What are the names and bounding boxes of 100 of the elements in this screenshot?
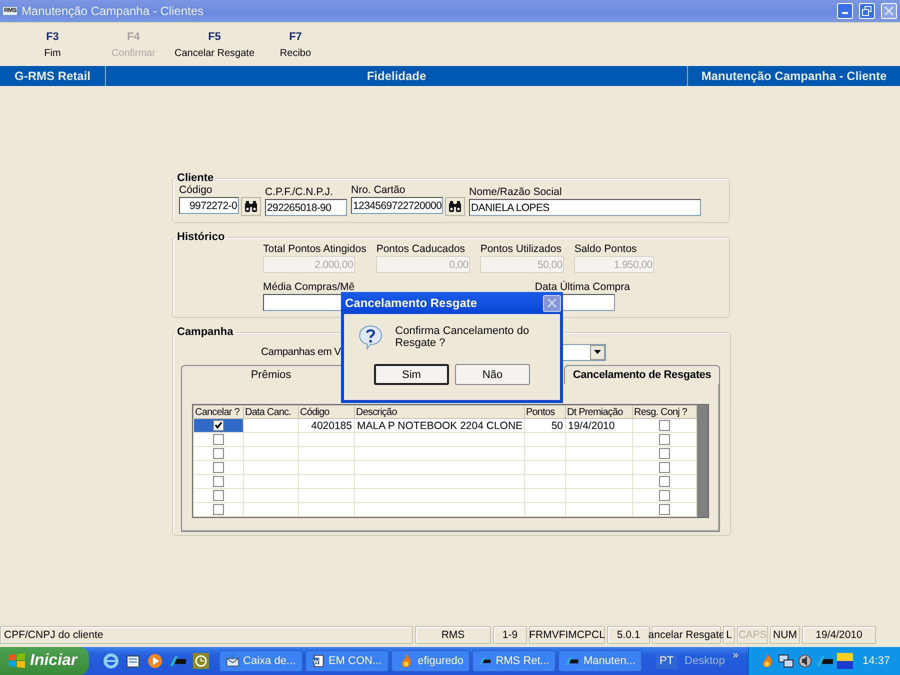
checkbox[interactable]	[213, 476, 224, 488]
taskbar-button[interactable]: EM CON...	[304, 650, 389, 672]
tab[interactable]: Cancelamento de Resgates	[564, 365, 720, 384]
field-label: Saldo Pontos	[574, 243, 638, 255]
dialog-button[interactable]: Não	[455, 364, 530, 385]
group-title: Cliente	[176, 172, 215, 184]
taskbar-button[interactable]: Caixa de...	[218, 650, 303, 672]
field-label: Pontos Utilizados	[480, 243, 562, 255]
field-label: C.P.F./C.N.P.J.	[265, 186, 334, 198]
scrollbar[interactable]	[697, 405, 708, 517]
status-panel: CAPS	[737, 626, 768, 644]
product-name: G-RMS Retail	[0, 66, 106, 86]
clock: 14:37	[862, 655, 890, 667]
status-panel: FRMVFIMCPCL	[529, 626, 605, 644]
checkbox[interactable]	[659, 420, 670, 432]
text-field[interactable]: DANIELA LOPES	[469, 199, 701, 216]
field-label: Pontos Caducados	[376, 243, 466, 255]
status-panel: 19/4/2010	[802, 626, 876, 644]
checkbox[interactable]	[659, 490, 670, 502]
status-panel: L	[723, 626, 735, 644]
dialog-button[interactable]: Sim	[374, 364, 449, 385]
close-icon	[884, 6, 894, 16]
table-cell: 4020185	[311, 420, 352, 432]
checkbox[interactable]	[659, 462, 670, 474]
checkbox[interactable]	[659, 476, 670, 488]
close-icon	[547, 298, 557, 308]
network-icon[interactable]	[778, 653, 794, 669]
text-field: 2.000,00	[263, 256, 355, 273]
document-icon	[312, 653, 324, 669]
speaker-icon[interactable]	[797, 653, 814, 669]
status-panel: NUM	[770, 626, 800, 644]
column-header[interactable]: Resg. Conj ?	[632, 406, 696, 418]
restore-button[interactable]	[859, 3, 875, 19]
table-cell: 50	[551, 420, 563, 432]
module-title: Fidelidade	[366, 68, 428, 85]
taskbar-button[interactable]: Manuten...	[558, 650, 642, 672]
dialog-message: Confirma Cancelamento do Resgate ?	[395, 325, 530, 349]
status-panel: 5.0.1	[607, 626, 650, 644]
mail-icon[interactable]	[124, 653, 141, 669]
binoculars-icon	[244, 201, 258, 212]
text-field: 0,00	[376, 256, 470, 273]
text-field[interactable]: 9972272-0	[179, 197, 239, 214]
checkbox[interactable]	[659, 504, 670, 516]
toolbar-button[interactable]: F7 Recibo	[255, 31, 336, 59]
field-label: Nome/Razão Social	[469, 186, 563, 198]
search-button[interactable]	[445, 197, 465, 216]
field-label: Nro. Cartão	[351, 184, 406, 196]
group-title: Campanha	[176, 326, 234, 338]
text-field[interactable]: 292265018-90	[265, 199, 347, 216]
minimize-button[interactable]	[837, 3, 853, 19]
dialog-title: Cancelamento Resgate	[345, 296, 478, 310]
checkbox[interactable]	[659, 448, 670, 460]
caret-icon	[594, 350, 601, 354]
windows-logo-icon	[8, 653, 26, 669]
table-cell: MALA P NOTEBOOK 2204 CLONE	[357, 420, 523, 432]
antivirus-icon[interactable]	[837, 653, 854, 669]
toolbar-button[interactable]: F5 Cancelar Resgate	[174, 31, 255, 59]
rms-icon	[816, 654, 834, 668]
status-panel: CPF/CNPJ do cliente	[0, 626, 413, 644]
checkbox[interactable]	[659, 434, 670, 446]
field-label: Total Pontos Atingidos	[263, 243, 366, 255]
media-icon[interactable]	[146, 653, 163, 669]
column-header[interactable]: Data Canc.	[244, 406, 298, 418]
mailbox-icon	[226, 653, 240, 669]
column-header[interactable]: Cancelar ?	[194, 406, 244, 418]
table-cell: 19/4/2010	[568, 420, 615, 432]
taskbar-button[interactable]: RMS Ret...	[472, 650, 556, 672]
clock-icon[interactable]	[192, 653, 209, 669]
rms-icon	[168, 654, 187, 668]
column-header[interactable]: Pontos	[524, 406, 566, 418]
screen-title: Manutenção Campanha - Cliente	[687, 66, 900, 86]
browser-icon[interactable]	[102, 653, 119, 669]
search-button[interactable]	[241, 197, 261, 216]
taskbar-button[interactable]: efiguredo	[390, 650, 470, 672]
checkbox[interactable]	[213, 420, 224, 432]
column-header[interactable]: Descrição	[354, 406, 524, 418]
toolbar-button[interactable]: F3 Fim	[12, 31, 93, 59]
checkbox[interactable]	[213, 504, 224, 516]
field-label: Código	[179, 184, 214, 196]
status-panel: 1-9	[493, 626, 527, 644]
more-button[interactable]: »	[732, 650, 738, 661]
checkbox[interactable]	[213, 434, 224, 446]
column-header[interactable]: Código	[298, 406, 354, 418]
restore-icon	[862, 6, 872, 16]
window-title: Manutenção Campanha - Clientes	[21, 4, 205, 18]
close-button[interactable]	[543, 294, 561, 312]
binoculars-icon	[448, 201, 462, 212]
start-button[interactable]: Iniciar	[0, 647, 89, 675]
field-label: Data Última Compra	[534, 281, 630, 293]
group-title: Histórico	[176, 231, 226, 243]
column-header[interactable]: Dt Premiação	[566, 406, 632, 418]
text-field: 1.950,00	[574, 256, 654, 273]
checkbox[interactable]	[213, 462, 224, 474]
field-label: Média Compras/Mê	[263, 281, 355, 293]
rms-icon	[565, 654, 580, 668]
checkbox[interactable]	[213, 490, 224, 502]
language-indicator[interactable]: PT	[656, 653, 677, 669]
text-field: 50,00	[480, 256, 564, 273]
text-field[interactable]: 1234569722720000	[351, 197, 443, 214]
checkbox[interactable]	[213, 448, 224, 460]
